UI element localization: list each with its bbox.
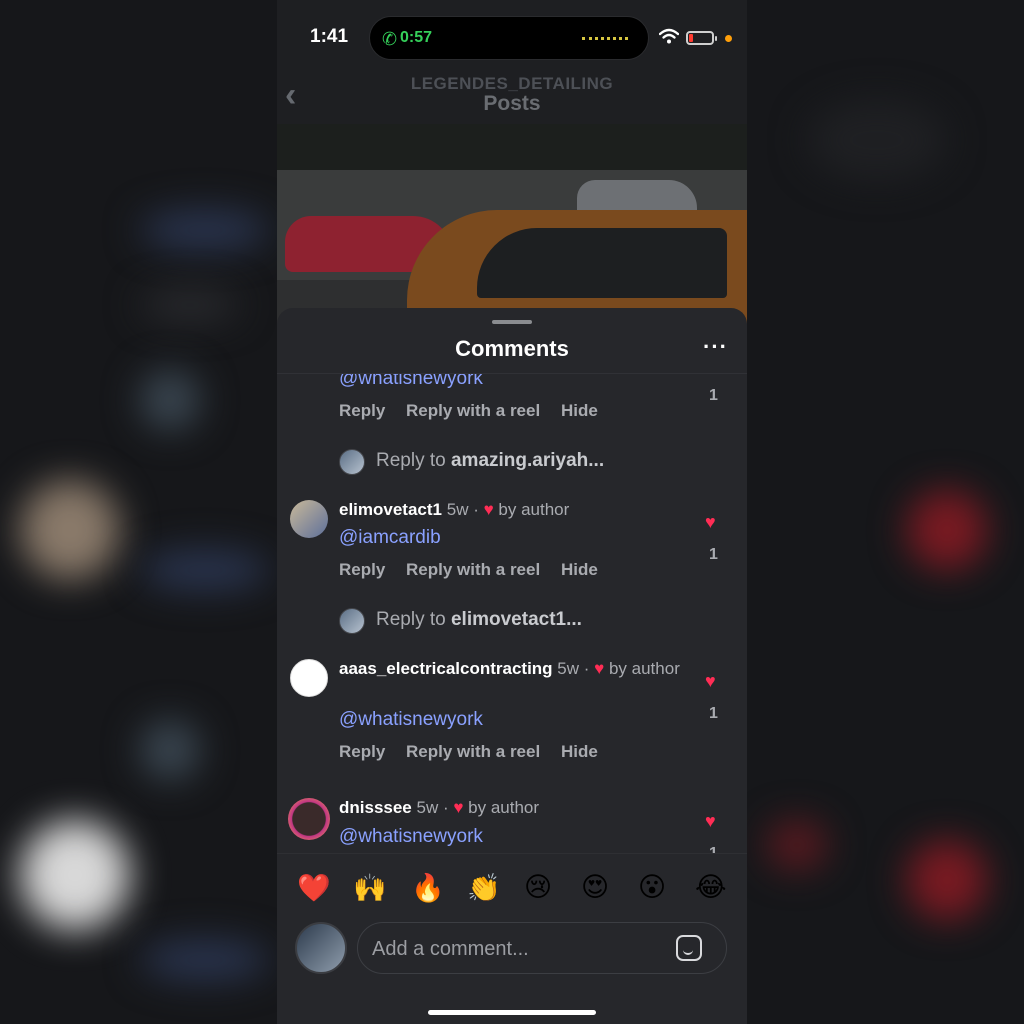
view-replies-link[interactable]: Reply to elimovetact1... [376, 609, 582, 631]
emoji-raised-hands-button[interactable]: 🙌 [353, 872, 387, 904]
hide-button[interactable]: Hide [561, 401, 598, 420]
avatar[interactable] [290, 659, 328, 697]
nav-username: LEGENDES_DETAILING [410, 74, 614, 93]
like-count: 1 [709, 705, 718, 722]
hide-button[interactable]: Hide [561, 742, 598, 761]
emoji-crying-button[interactable]: 😢 [524, 872, 552, 903]
comment-composer [357, 922, 727, 974]
comment-username[interactable]: elimovetact1 [339, 500, 442, 519]
avatar [339, 608, 365, 634]
comment-list[interactable]: @whatisnewyork Reply Reply with a reel H… [277, 374, 747, 854]
avatar[interactable] [290, 500, 328, 538]
emoji-fire-button[interactable]: 🔥 [411, 872, 445, 904]
status-time: 1:41 [310, 26, 349, 47]
comment-header: dnisssee 5w · ♥ by author [339, 798, 540, 817]
reply-button[interactable]: Reply [339, 560, 385, 579]
comment-username[interactable]: dnisssee [339, 798, 412, 817]
sheet-title: Comments [455, 336, 569, 361]
status-bar: 1:41 ✆ 0:57 [277, 0, 747, 74]
avatar [295, 922, 347, 974]
post-image [277, 124, 747, 324]
emoji-heart-eyes-button[interactable]: 😍 [581, 872, 609, 903]
heart-icon: ♥ [453, 798, 464, 817]
comment-header: elimovetact1 5w · ♥ by author [339, 500, 570, 519]
view-replies-link[interactable]: Reply to amazing.ariyah... [376, 450, 604, 472]
dynamic-island-call[interactable]: ✆ 0:57 [369, 16, 649, 60]
comment-age: 5w [446, 500, 469, 519]
blurred-background-left [0, 0, 277, 1024]
privacy-indicator-icon [725, 35, 732, 42]
emoji-laughing-button[interactable]: 😂 [695, 872, 727, 903]
comment-header: aaas_electricalcontracting 5w · ♥ by aut… [339, 659, 680, 678]
page-title: Posts [483, 92, 541, 115]
like-heart-icon[interactable]: ♥ [705, 671, 716, 692]
nav-header: ‹ LEGENDES_DETAILING Posts [277, 64, 747, 124]
hide-button[interactable]: Hide [561, 560, 598, 579]
reply-with-reel-button[interactable]: Reply with a reel [406, 401, 540, 420]
comment-username[interactable]: aaas_electricalcontracting [339, 659, 553, 678]
reply-with-reel-button[interactable]: Reply with a reel [406, 742, 540, 761]
wifi-icon [659, 28, 679, 44]
comments-sheet: Comments ··· @whatisnewyork Reply Reply … [277, 308, 747, 1024]
blurred-background-right [747, 0, 1024, 1024]
comment-actions: Reply Reply with a reel Hide [339, 742, 614, 762]
phone-screen: 1:41 ✆ 0:57 ‹ LEGENDES_DETAILING Posts C… [277, 0, 747, 1024]
liked-by-author: by author [468, 798, 540, 817]
comment-age: 5w [416, 798, 439, 817]
comment-mention[interactable]: @whatisnewyork [339, 374, 483, 390]
battery-icon [686, 31, 717, 45]
avatar [339, 449, 365, 475]
liked-by-author: by author [498, 500, 570, 519]
reply-button[interactable]: Reply [339, 401, 385, 420]
reply-with-reel-button[interactable]: Reply with a reel [406, 560, 540, 579]
heart-icon: ♥ [483, 500, 494, 519]
sticker-icon[interactable] [676, 935, 702, 961]
emoji-surprised-button[interactable]: 😮 [638, 872, 666, 903]
emoji-heart-button[interactable]: ❤️ [297, 872, 331, 904]
comment-mention[interactable]: @whatisnewyork [339, 826, 483, 848]
comment-mention[interactable]: @whatisnewyork [339, 709, 483, 731]
comment-age: 5w [557, 659, 580, 678]
like-heart-icon[interactable]: ♥ [705, 512, 716, 533]
comment-input[interactable] [372, 935, 662, 963]
like-heart-icon[interactable]: ♥ [705, 811, 716, 832]
like-count: 1 [709, 546, 718, 563]
liked-by-author: by author [608, 659, 680, 678]
heart-icon: ♥ [594, 659, 605, 678]
avatar[interactable] [288, 798, 330, 840]
reply-button[interactable]: Reply [339, 742, 385, 761]
home-indicator[interactable] [428, 1010, 596, 1015]
emoji-reaction-bar: ❤️ 🙌 🔥 👏 😢 😍 😮 😂 [277, 853, 747, 921]
comment-mention[interactable]: @iamcardib [339, 527, 441, 549]
emoji-clap-button[interactable]: 👏 [467, 872, 501, 904]
sheet-drag-handle[interactable] [492, 320, 532, 324]
call-duration: 0:57 [400, 29, 433, 46]
phone-icon: ✆ [382, 29, 398, 49]
ellipsis-icon[interactable]: ··· [703, 334, 728, 360]
audio-wave-icon [582, 37, 628, 41]
comment-actions: Reply Reply with a reel Hide [339, 560, 614, 580]
like-count: 1 [709, 387, 718, 404]
comment-actions: Reply Reply with a reel Hide [339, 401, 614, 421]
